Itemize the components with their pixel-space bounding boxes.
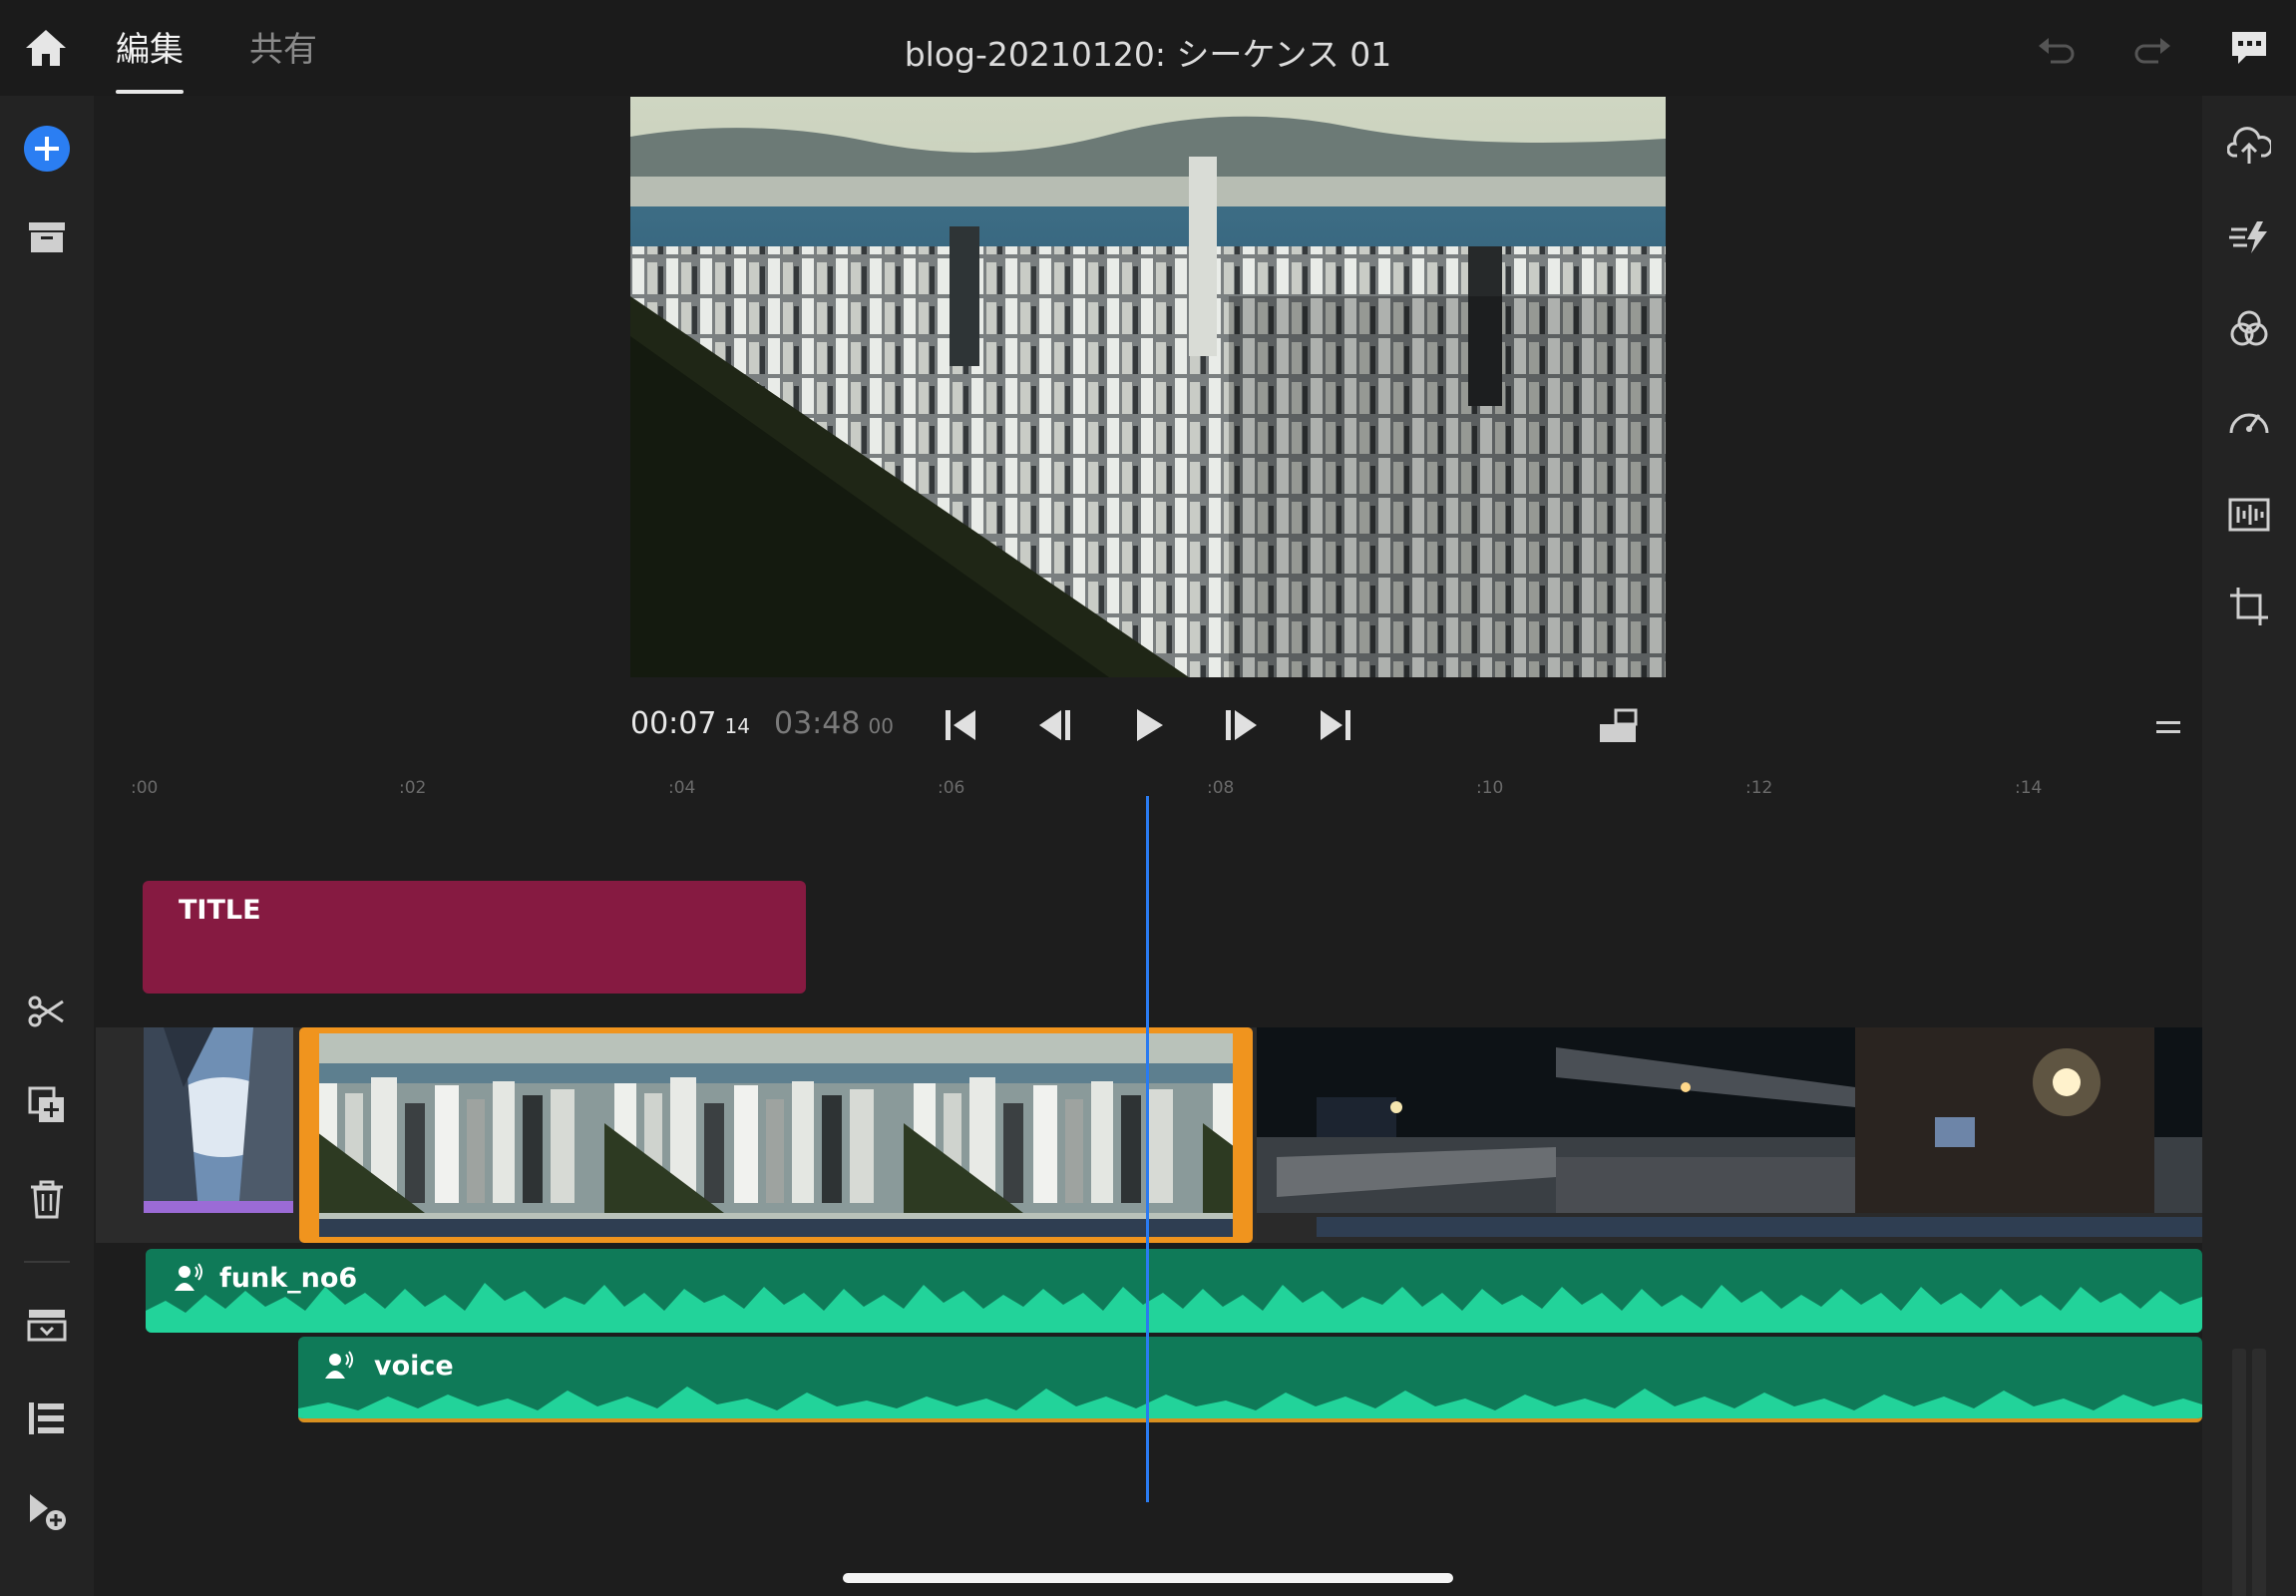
storyboard-icon[interactable] — [19, 1297, 75, 1353]
ruler-label: :02 — [399, 778, 427, 798]
video-track — [96, 1027, 2202, 1243]
current-frames: 14 — [724, 714, 750, 738]
playhead[interactable] — [1146, 796, 1149, 1502]
audio-meter-right — [2252, 1349, 2266, 1596]
fit-preview-icon[interactable] — [1596, 706, 1640, 746]
speaker-icon — [174, 1263, 203, 1297]
transitions-icon[interactable] — [2221, 209, 2277, 265]
go-to-start-icon[interactable] — [940, 704, 983, 746]
document-title: blog-20210120: シーケンス 01 — [904, 35, 1392, 74]
right-toolbar — [2202, 96, 2296, 1596]
audio-track-music[interactable]: funk_no6 — [146, 1249, 2202, 1333]
comment-icon[interactable] — [2228, 28, 2270, 68]
redo-icon[interactable] — [2130, 30, 2174, 66]
current-time: 00:07 — [630, 706, 717, 741]
speaker-icon — [324, 1351, 354, 1385]
ruler-label: :08 — [1207, 778, 1235, 798]
duration-time: 03:48 — [774, 706, 861, 741]
undo-icon[interactable] — [2035, 30, 2079, 66]
crop-icon[interactable] — [2221, 579, 2277, 634]
speed-icon[interactable] — [2221, 393, 2277, 449]
ruler-label: :14 — [2015, 778, 2043, 798]
top-bar: 編集 共有 blog-20210120: シーケンス 01 — [0, 0, 2296, 96]
audio-meter-left — [2232, 1349, 2246, 1596]
duration-frames: 00 — [868, 714, 894, 738]
delete-clip-icon[interactable] — [19, 1171, 75, 1227]
add-track-icon[interactable] — [19, 1484, 75, 1540]
panel-menu-icon[interactable] — [2154, 716, 2182, 738]
duplicate-clip-icon[interactable] — [19, 1077, 75, 1133]
play-icon[interactable] — [1127, 704, 1171, 746]
audio-icon[interactable] — [2221, 487, 2277, 543]
ruler-label: :12 — [1745, 778, 1773, 798]
step-forward-icon[interactable] — [1219, 704, 1263, 746]
duration-timecode: 03:48 00 — [774, 706, 894, 741]
video-clip[interactable] — [144, 1027, 293, 1213]
title-clip[interactable]: TITLE — [143, 881, 806, 994]
left-toolbar — [0, 96, 94, 1596]
selected-video-clip[interactable] — [299, 1027, 1253, 1243]
ruler-label: :10 — [1476, 778, 1504, 798]
split-clip-icon[interactable] — [19, 984, 75, 1039]
home-indicator — [843, 1573, 1453, 1583]
upload-cloud-icon[interactable] — [2221, 118, 2277, 174]
step-back-icon[interactable] — [1033, 704, 1077, 746]
audio-track-voice[interactable]: voice — [298, 1337, 2202, 1422]
ruler-label: :06 — [938, 778, 965, 798]
add-media-icon[interactable] — [19, 121, 75, 177]
ruler-label: :00 — [131, 778, 159, 798]
color-icon[interactable] — [2221, 301, 2277, 357]
tracks-list-icon[interactable] — [19, 1391, 75, 1446]
rail-divider — [24, 1261, 70, 1263]
title-clip-label: TITLE — [179, 895, 261, 926]
audio-clip-name: voice — [374, 1351, 454, 1382]
go-to-end-icon[interactable] — [1313, 704, 1356, 746]
ruler-label: :04 — [668, 778, 696, 798]
audio-clip-name: funk_no6 — [219, 1263, 358, 1294]
video-clip[interactable] — [1257, 1027, 2202, 1243]
project-panel-icon[interactable] — [19, 209, 75, 265]
video-preview[interactable] — [630, 97, 1666, 677]
current-timecode: 00:07 14 — [630, 706, 750, 741]
